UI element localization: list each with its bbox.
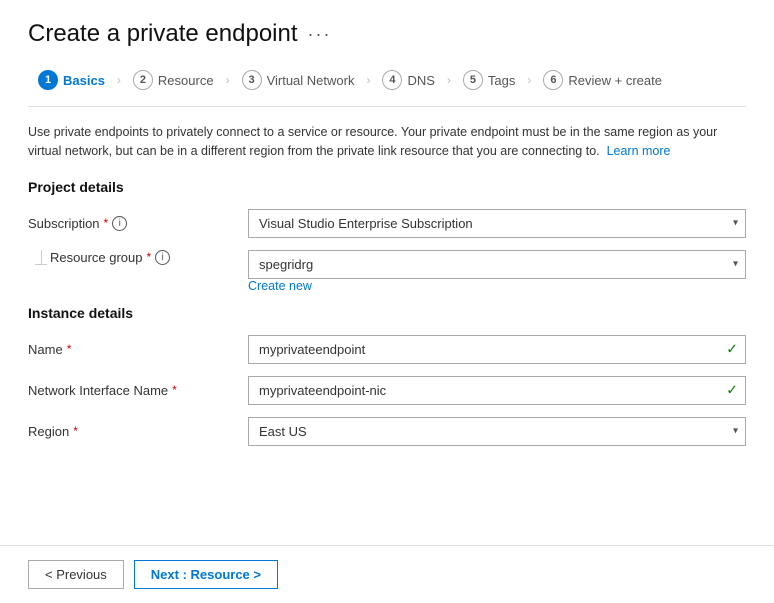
region-select[interactable]: East US [248, 417, 746, 446]
name-input[interactable] [248, 335, 746, 364]
subscription-required: * [104, 216, 109, 230]
wizard-step-resource[interactable]: 2 Resource [123, 66, 224, 94]
step-circle-1: 1 [38, 70, 58, 90]
wizard-step-review[interactable]: 6 Review + create [533, 66, 672, 94]
subscription-info-icon[interactable]: i [112, 216, 127, 231]
region-row: Region * East US ▾ [28, 417, 746, 446]
wizard-steps: 1 Basics › 2 Resource › 3 Virtual Networ… [28, 66, 746, 107]
nic-name-valid-icon: ✓ [726, 382, 738, 399]
name-row: Name * ✓ [28, 335, 746, 364]
step-sep-3: › [364, 73, 372, 87]
region-required: * [73, 424, 78, 438]
resource-group-required: * [147, 250, 152, 264]
nic-name-row: Network Interface Name * ✓ [28, 376, 746, 405]
step-label-resource: Resource [158, 73, 214, 88]
step-circle-6: 6 [543, 70, 563, 90]
nic-name-required: * [172, 383, 177, 397]
wizard-step-tags[interactable]: 5 Tags [453, 66, 525, 94]
step-label-basics: Basics [63, 73, 105, 88]
nic-name-input[interactable] [248, 376, 746, 405]
step-circle-2: 2 [133, 70, 153, 90]
page-title-dots: ··· [308, 24, 332, 45]
step-circle-4: 4 [382, 70, 402, 90]
learn-more-link[interactable]: Learn more [607, 144, 671, 158]
name-required: * [67, 342, 72, 356]
wizard-step-basics[interactable]: 1 Basics [28, 66, 115, 94]
resource-group-section: Resource group * i spegridrg ▾ [28, 250, 746, 279]
wizard-step-dns[interactable]: 4 DNS [372, 66, 444, 94]
subscription-select[interactable]: Visual Studio Enterprise Subscription [248, 209, 746, 238]
resource-group-select-wrapper: spegridrg ▾ [248, 250, 746, 279]
nic-name-input-wrapper: ✓ [248, 376, 746, 405]
region-label: Region [28, 424, 69, 439]
page-title: Create a private endpoint [28, 20, 298, 48]
name-label: Name [28, 342, 63, 357]
previous-button[interactable]: < Previous [28, 560, 124, 589]
next-button[interactable]: Next : Resource > [134, 560, 278, 589]
description-text: Use private endpoints to privately conne… [28, 123, 746, 161]
step-sep-4: › [445, 73, 453, 87]
wizard-step-vnet[interactable]: 3 Virtual Network [232, 66, 365, 94]
subscription-row: Subscription * i Visual Studio Enterpris… [28, 209, 746, 238]
subscription-label: Subscription [28, 216, 100, 231]
step-label-review: Review + create [568, 73, 662, 88]
resource-group-select[interactable]: spegridrg [248, 250, 746, 279]
step-label-dns: DNS [407, 73, 434, 88]
resource-group-info-icon[interactable]: i [155, 250, 170, 265]
create-new-link[interactable]: Create new [248, 279, 746, 293]
resource-group-label: Resource group [50, 250, 143, 265]
subscription-select-wrapper: Visual Studio Enterprise Subscription ▾ [248, 209, 746, 238]
instance-details-section: Instance details Name * ✓ Network Interf… [28, 305, 746, 446]
nic-name-label: Network Interface Name [28, 383, 168, 398]
step-sep-5: › [525, 73, 533, 87]
name-input-wrapper: ✓ [248, 335, 746, 364]
step-sep-2: › [224, 73, 232, 87]
step-sep-1: › [115, 73, 123, 87]
step-circle-5: 5 [463, 70, 483, 90]
step-circle-3: 3 [242, 70, 262, 90]
step-label-tags: Tags [488, 73, 515, 88]
project-details-header: Project details [28, 179, 746, 195]
instance-details-header: Instance details [28, 305, 746, 321]
step-label-vnet: Virtual Network [267, 73, 355, 88]
name-valid-icon: ✓ [726, 341, 738, 358]
region-select-wrapper: East US ▾ [248, 417, 746, 446]
footer: < Previous Next : Resource > [0, 545, 774, 603]
